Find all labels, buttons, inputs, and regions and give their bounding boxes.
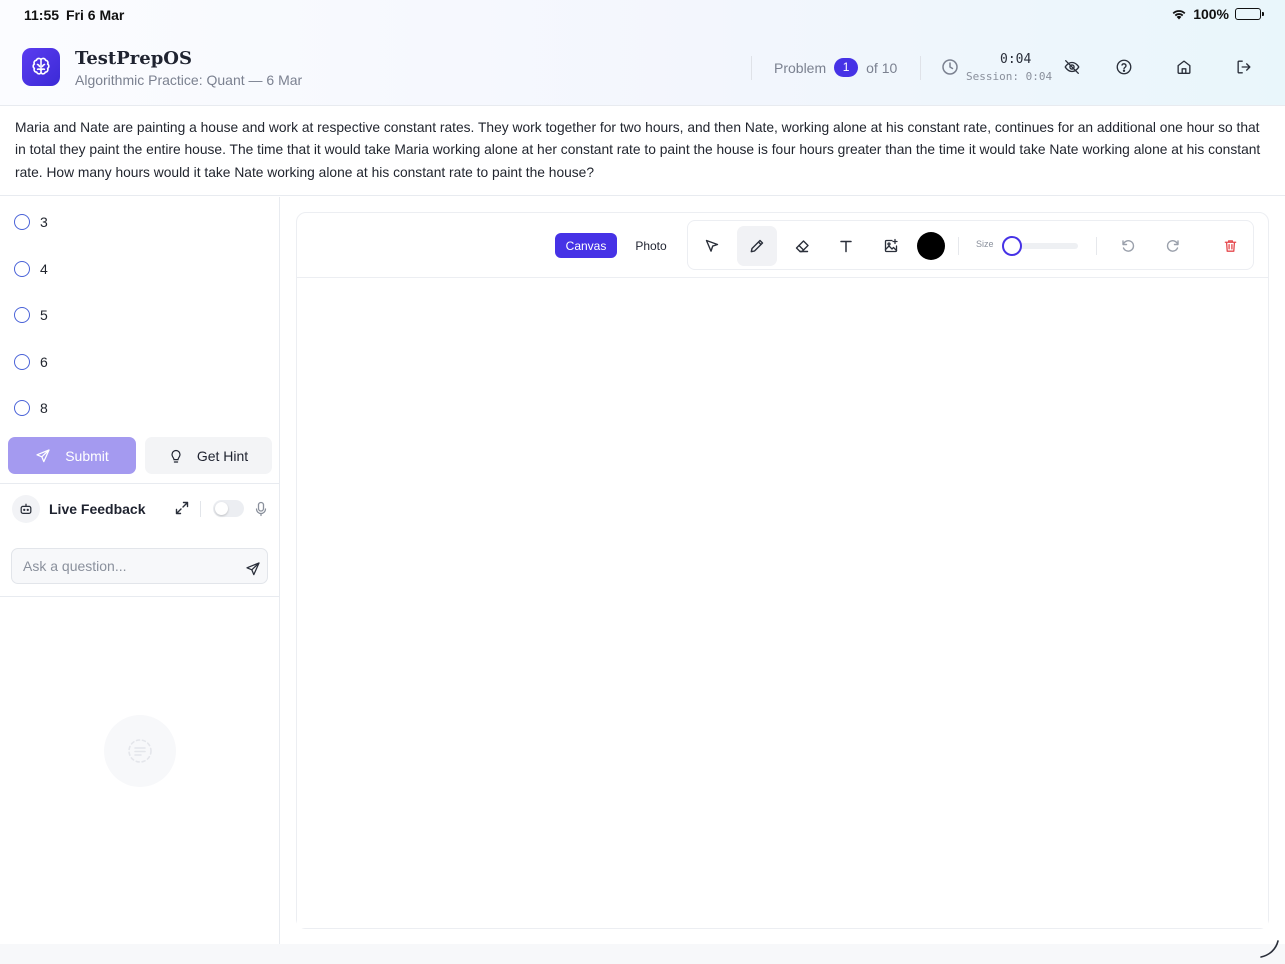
header-divider [920,56,921,80]
answer-option[interactable]: 5 [14,304,48,326]
chat-placeholder-icon [128,739,152,763]
live-feedback-label: Live Feedback [49,501,146,517]
help-button[interactable] [1114,57,1134,77]
undo-button[interactable] [1108,226,1148,266]
status-indicators: 100% [1171,6,1264,22]
pen-icon [750,239,764,253]
app-window: 11:55 Fri 6 Mar 100% TestPrepOS Algorith… [0,0,1285,964]
pen-tool-button[interactable] [737,226,777,266]
answer-option-label: 8 [40,400,48,416]
answer-option-label: 4 [40,261,48,277]
size-label: Size [976,239,994,249]
answer-panel: 3 4 5 6 8 Submit Get Hint Live Feedback … [0,197,280,944]
text-tool-button[interactable] [826,226,866,266]
problem-counter: Problem 1 of 10 [774,58,897,77]
live-feedback-bar: Live Feedback [12,495,270,523]
select-tool-button[interactable] [692,226,732,266]
tab-canvas[interactable]: Canvas [555,233,617,258]
home-icon [1177,60,1191,74]
color-picker[interactable] [917,232,945,260]
toolbar-divider [958,237,959,255]
ask-question-input[interactable] [23,549,238,583]
submit-button[interactable]: Submit [8,437,136,474]
eraser-tool-button[interactable] [782,226,822,266]
app-logo [22,48,60,86]
eraser-icon [795,240,809,253]
radio-button[interactable] [14,214,30,230]
section-divider [0,483,280,484]
exit-button[interactable] [1234,57,1254,77]
wifi-icon [1172,10,1186,20]
status-date: Fri 6 Mar [66,7,125,23]
app-title: TestPrepOS [75,48,192,69]
pointer-icon [705,239,719,252]
battery-icon [1235,8,1264,20]
radio-button[interactable] [14,261,30,277]
redo-icon [1166,240,1179,252]
chat-empty-state [104,715,176,787]
header-divider [751,56,752,80]
lightbulb-icon [171,449,181,463]
brush-size-handle[interactable] [1002,236,1022,256]
microphone-icon[interactable] [255,501,267,517]
answer-option-label: 6 [40,354,48,370]
bot-avatar [12,495,40,523]
top-bar: 11:55 Fri 6 Mar 100% TestPrepOS Algorith… [0,0,1285,106]
problem-timer: 0:04 [1000,52,1032,67]
clear-canvas-button[interactable] [1210,226,1250,266]
home-button[interactable] [1174,57,1194,77]
send-icon[interactable] [245,561,261,577]
answer-option[interactable]: 6 [14,351,48,373]
answer-option[interactable]: 4 [14,258,48,280]
battery-percent: 100% [1193,6,1229,22]
bottom-strip [0,944,1285,964]
radio-button[interactable] [14,400,30,416]
problem-number-badge: 1 [834,58,859,77]
live-feedback-toggle[interactable] [213,500,244,517]
image-plus-icon [884,238,898,253]
feedback-divider [200,501,201,517]
tab-photo[interactable]: Photo [625,233,677,258]
answer-option-label: 3 [40,214,48,230]
session-subtitle: Algorithmic Practice: Quant — 6 Mar [75,72,303,88]
radio-button[interactable] [14,307,30,323]
status-time: 11:55 [24,7,60,23]
get-hint-button[interactable]: Get Hint [145,437,272,474]
trash-icon [1224,240,1236,252]
expand-icon[interactable] [174,500,190,516]
logout-icon [1237,60,1251,74]
text-icon [840,240,852,253]
drawing-canvas[interactable] [297,279,1268,928]
toolbar-divider [1096,237,1097,255]
answer-option[interactable]: 3 [14,211,48,233]
help-icon [1116,59,1132,75]
session-timer: Session: 0:04 [966,70,1053,83]
problem-label: Problem [774,59,827,76]
eye-off-icon [1064,60,1080,74]
answer-option-label: 5 [40,307,48,323]
scratchpad-panel: Canvas Photo Size [296,212,1269,929]
radio-button[interactable] [14,354,30,370]
ask-question-box [11,548,268,584]
redo-button[interactable] [1153,226,1193,266]
answer-option[interactable]: 8 [14,397,48,419]
resize-handle-icon[interactable] [1258,937,1280,959]
send-icon [36,448,50,462]
brain-icon [32,57,50,75]
hide-timer-button[interactable] [1062,57,1082,77]
hint-label: Get Hint [196,447,249,464]
undo-icon [1122,240,1135,252]
drawing-tools: Size [687,220,1254,270]
section-divider [0,596,280,597]
problem-total: of 10 [866,59,898,76]
submit-label: Submit [65,447,109,464]
canvas-toolbar: Canvas Photo Size [297,213,1268,278]
question-text: Maria and Nate are painting a house and … [0,106,1285,196]
insert-image-button[interactable] [871,226,911,266]
clock-icon [942,59,958,75]
robot-icon [20,503,32,514]
